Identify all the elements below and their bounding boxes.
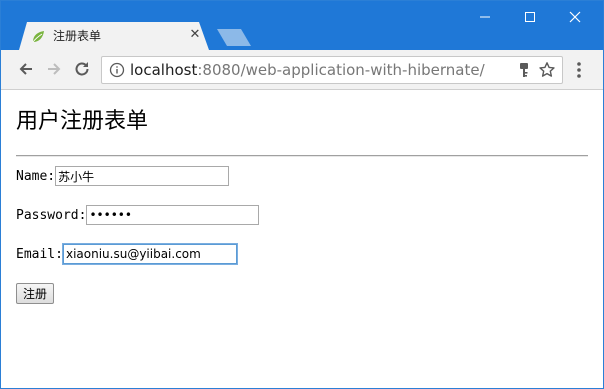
title-bar: 注册表单 ✕ bbox=[1, 1, 603, 50]
password-row: Password: •••••• bbox=[16, 204, 260, 226]
email-field[interactable]: xiaoniu.su@yiibai.com bbox=[62, 244, 237, 264]
password-field[interactable]: •••••• bbox=[86, 205, 260, 225]
new-tab-button[interactable] bbox=[217, 29, 251, 46]
url-text[interactable]: localhost:8080/web-application-with-hibe… bbox=[130, 61, 485, 79]
name-label: Name: bbox=[16, 168, 56, 184]
tab-title: 注册表单 bbox=[53, 29, 102, 43]
horizontal-rule bbox=[16, 155, 588, 157]
menu-dots-icon[interactable] bbox=[571, 60, 587, 80]
info-icon[interactable] bbox=[109, 62, 125, 78]
page-title: 用户注册表单 bbox=[16, 109, 149, 134]
password-label: Password: bbox=[16, 207, 87, 223]
spring-leaf-icon bbox=[32, 31, 44, 43]
key-icon[interactable] bbox=[516, 61, 532, 79]
reload-icon[interactable] bbox=[72, 59, 92, 79]
browser-toolbar: localhost:8080/web-application-with-hibe… bbox=[1, 50, 603, 90]
email-row: Email: xiaoniu.su@yiibai.com bbox=[16, 243, 237, 265]
name-row: Name: 苏小牛 bbox=[16, 165, 230, 187]
star-icon[interactable] bbox=[538, 61, 556, 79]
url-path: :8080/web-application-with-hibernate/ bbox=[197, 61, 485, 79]
name-field[interactable]: 苏小牛 bbox=[55, 166, 230, 186]
browser-window: 注册表单 ✕ localhost:8080/web-application-wi… bbox=[0, 0, 604, 389]
minimize-icon[interactable] bbox=[462, 1, 508, 33]
back-arrow-icon[interactable] bbox=[16, 59, 36, 79]
register-button[interactable]: 注册 bbox=[16, 283, 55, 304]
url-host: localhost bbox=[130, 61, 198, 79]
tab-close-icon[interactable]: ✕ bbox=[188, 28, 202, 42]
maximize-icon[interactable] bbox=[507, 1, 553, 33]
close-icon[interactable] bbox=[552, 1, 598, 33]
forward-arrow-icon[interactable] bbox=[44, 59, 64, 79]
browser-tab[interactable]: 注册表单 ✕ bbox=[19, 22, 209, 50]
email-label: Email: bbox=[16, 246, 63, 262]
address-bar[interactable]: localhost:8080/web-application-with-hibe… bbox=[101, 56, 563, 84]
page-content: 用户注册表单 Name: 苏小牛 Password: •••••• Email:… bbox=[1, 90, 603, 388]
